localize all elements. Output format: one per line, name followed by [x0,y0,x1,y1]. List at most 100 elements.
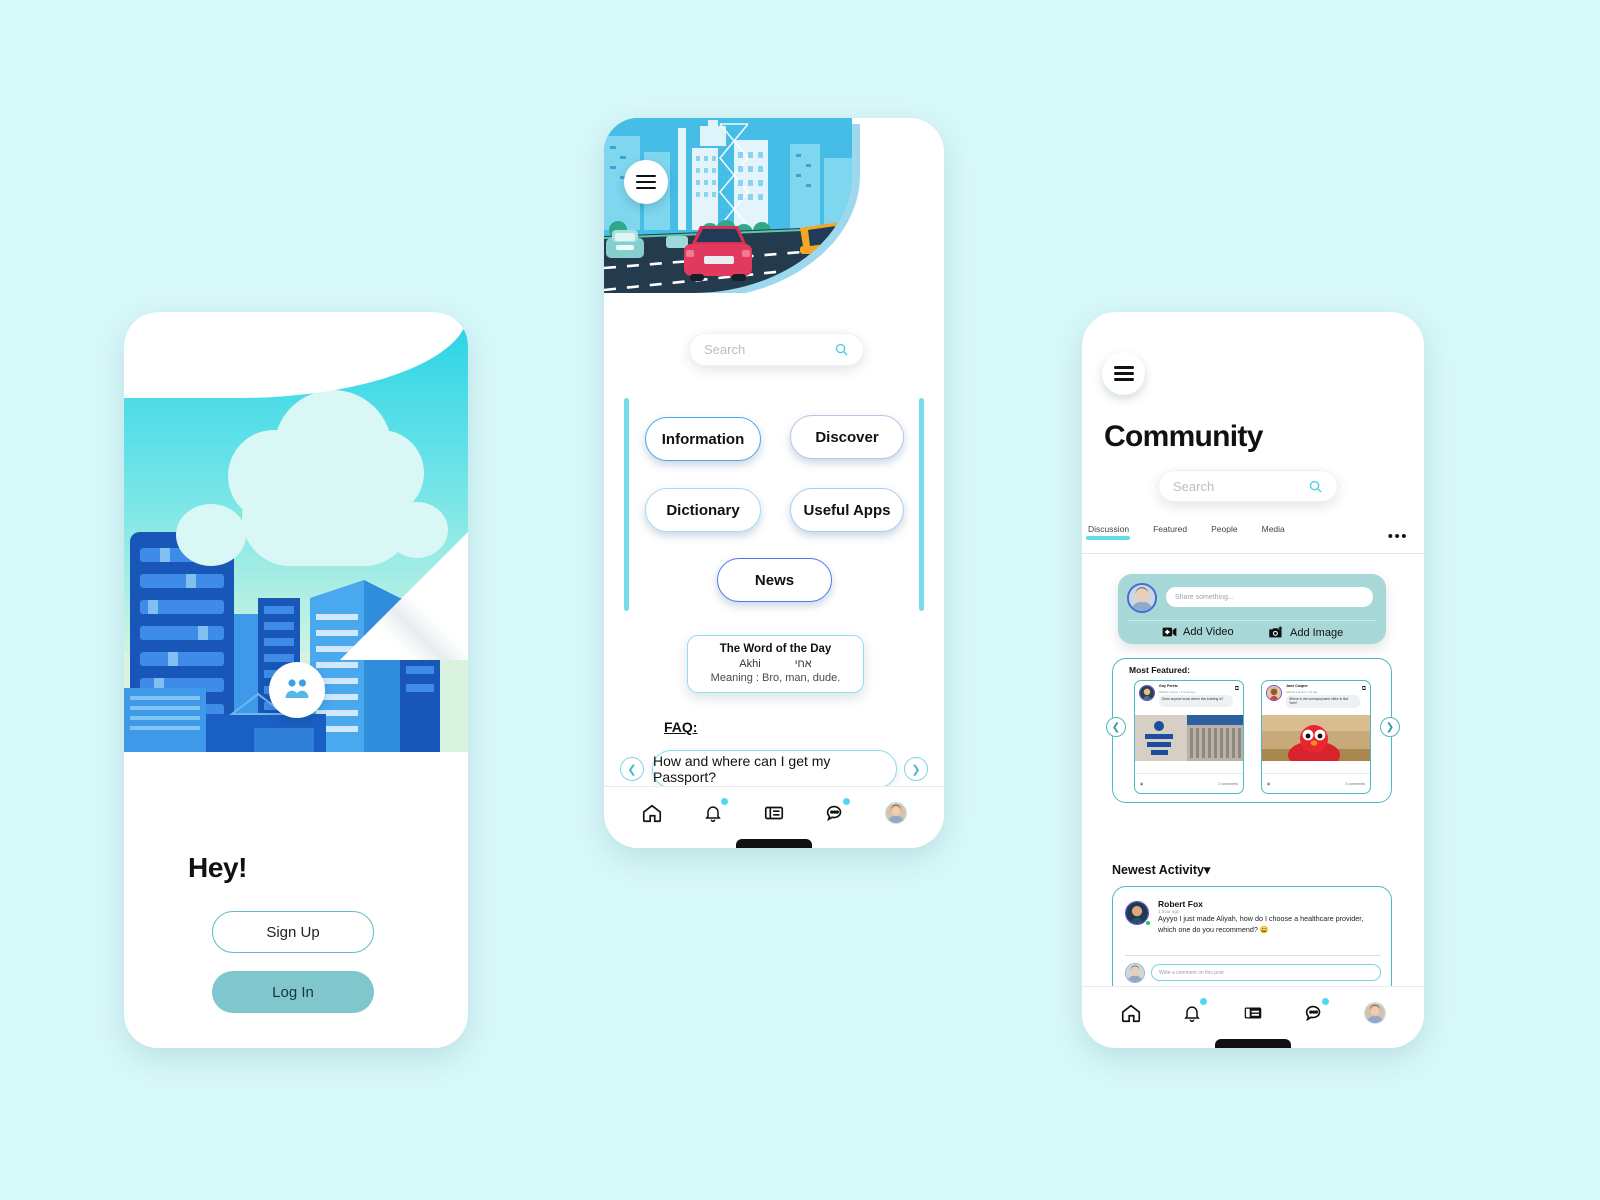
avatar-image [1129,585,1155,611]
carousel-prev-button[interactable]: ❮ [1106,717,1126,737]
notification-badge [1199,997,1207,1005]
app-logo [269,662,325,718]
tab-feed[interactable] [759,799,789,827]
notification-badge [721,797,729,805]
search-input[interactable]: Search [689,333,864,366]
share-icon[interactable]: ⧉ [1362,686,1366,693]
share-icon[interactable]: ⧉ [1235,686,1239,693]
menu-button[interactable] [624,160,668,204]
tab-profile[interactable] [1360,999,1390,1027]
post-image [1135,715,1243,761]
greeting-text: Hey! [188,852,248,883]
bottom-tab-bar [604,786,944,848]
category-button-information[interactable]: Information [645,417,761,461]
category-button-useful-apps[interactable]: Useful Apps [790,488,904,532]
menu-button[interactable] [1102,352,1145,395]
two-people-icon [285,679,309,698]
featured-post-card[interactable]: Jane Cooper Shared a picture • 1d ago Wh… [1261,680,1371,794]
elmo-photo [1262,715,1370,761]
canvas: Hey! Sign Up Log In Search Information D… [0,0,1600,1200]
image-icon: ▣ [1140,781,1144,786]
profile-avatar [1364,1001,1387,1024]
highway-city-illustration [604,118,852,293]
search-placeholder: Search [1173,478,1215,494]
image-icon: ▣ [1267,781,1271,786]
tab-messages[interactable] [1299,997,1330,1027]
category-button-news[interactable]: News [717,558,832,602]
activity-post-card: Robert Fox 1 hour ago Ayyyo I just made … [1112,886,1392,1002]
category-button-dictionary[interactable]: Dictionary [645,488,761,532]
tab-messages[interactable] [820,797,850,827]
tab-feed[interactable] [1238,999,1268,1027]
comment-placeholder: Write a comment on this post [1159,969,1224,976]
tab-media[interactable]: Media [1262,524,1285,539]
post-divider [1125,955,1381,956]
tab-discussion[interactable]: Discussion [1085,524,1131,540]
tab-profile[interactable] [881,799,911,827]
featured-post-card[interactable]: Guy Peretz Shared a photo • 3 hours ago … [1134,680,1244,794]
faq-next-button[interactable]: ❯ [904,757,928,781]
search-input[interactable]: Search [1158,470,1338,502]
faq-prev-button[interactable]: ❮ [620,757,644,781]
post-footer: ▣ 3 comments [1262,773,1370,793]
faq-question[interactable]: How and where can I get my Passport? [652,750,897,788]
overflow-menu-button[interactable]: ••• [1388,528,1408,545]
comment-input[interactable]: Write a comment on this post [1151,964,1381,981]
category-button-discover[interactable]: Discover [790,415,904,459]
add-video-label: Add Video [1183,626,1234,638]
post-author-name: Robert Fox [1158,899,1203,909]
welcome-actions: Hey! Sign Up Log In [124,752,468,1048]
search-placeholder: Search [704,342,746,357]
search-icon [835,343,848,356]
share-something-input[interactable]: Share something... [1166,587,1373,607]
tab-home[interactable] [637,799,667,827]
chat-icon [1305,1005,1321,1021]
carousel-next-button[interactable]: ❯ [1380,717,1400,737]
word-latin: Akhi [739,658,761,670]
tab-featured[interactable]: Featured [1153,524,1187,539]
city-road-hero-illustration [604,118,944,293]
avatar-image [1267,686,1281,700]
post-image [1262,715,1370,761]
avatar-image [1126,964,1144,982]
sign-up-button[interactable]: Sign Up [212,911,374,953]
add-image-label: Add Image [1290,626,1344,639]
post-text: Where is the unemployment office in Bat … [1286,695,1360,708]
page-title: Community [1104,420,1263,453]
home-indicator [1215,1039,1291,1048]
cloud-shape [386,502,448,558]
composer-avatar [1127,583,1157,613]
log-in-button[interactable]: Log In [212,971,374,1013]
home-indicator [736,839,812,848]
post-footer: ▣ 2 comments [1135,773,1243,793]
word-of-the-day-title: The Word of the Day [719,643,832,655]
phone-home-screen: Search Information Discover Dictionary U… [604,118,944,848]
tab-notifications[interactable] [698,797,729,827]
left-accent-rail [624,398,629,611]
tab-home[interactable] [1116,999,1146,1027]
comment-avatar [1125,963,1145,983]
post-meta: Shared a photo • 3 hours ago [1159,689,1196,694]
newest-activity-heading[interactable]: Newest Activity▾ [1112,862,1210,877]
post-body-text: Ayyyo I just made Aliyah, how do I choos… [1158,914,1364,934]
featured-post-header: Guy Peretz Shared a photo • 3 hours ago … [1135,681,1243,715]
community-tabs: Discussion Featured People Media ••• [1082,524,1424,554]
add-image-button[interactable]: Add Image [1268,626,1343,639]
composer-divider [1128,620,1376,621]
tab-people[interactable]: People [1211,524,1237,539]
comment-count: 2 comments [1218,781,1238,786]
word-meaning: Meaning : Bro, man, dude. [710,672,841,684]
tab-notifications[interactable] [1177,997,1207,1027]
add-video-button[interactable]: Add Video [1162,626,1234,638]
home-icon [1121,1004,1140,1022]
faq-heading: FAQ: [664,719,698,735]
word-of-the-day-card: The Word of the Day Akhi אחי Meaning : B… [687,635,864,693]
composer-placeholder: Share something... [1175,593,1234,601]
post-meta: Shared a picture • 1d ago [1286,689,1318,694]
right-accent-rail [919,398,924,611]
comment-count: 3 comments [1345,781,1365,786]
phone-community-screen: Community Search Discussion Featured Peo… [1082,312,1424,1048]
phone-welcome-screen: Hey! Sign Up Log In [124,312,468,1048]
avatar-image [1140,686,1154,700]
online-status-dot [1145,920,1151,926]
